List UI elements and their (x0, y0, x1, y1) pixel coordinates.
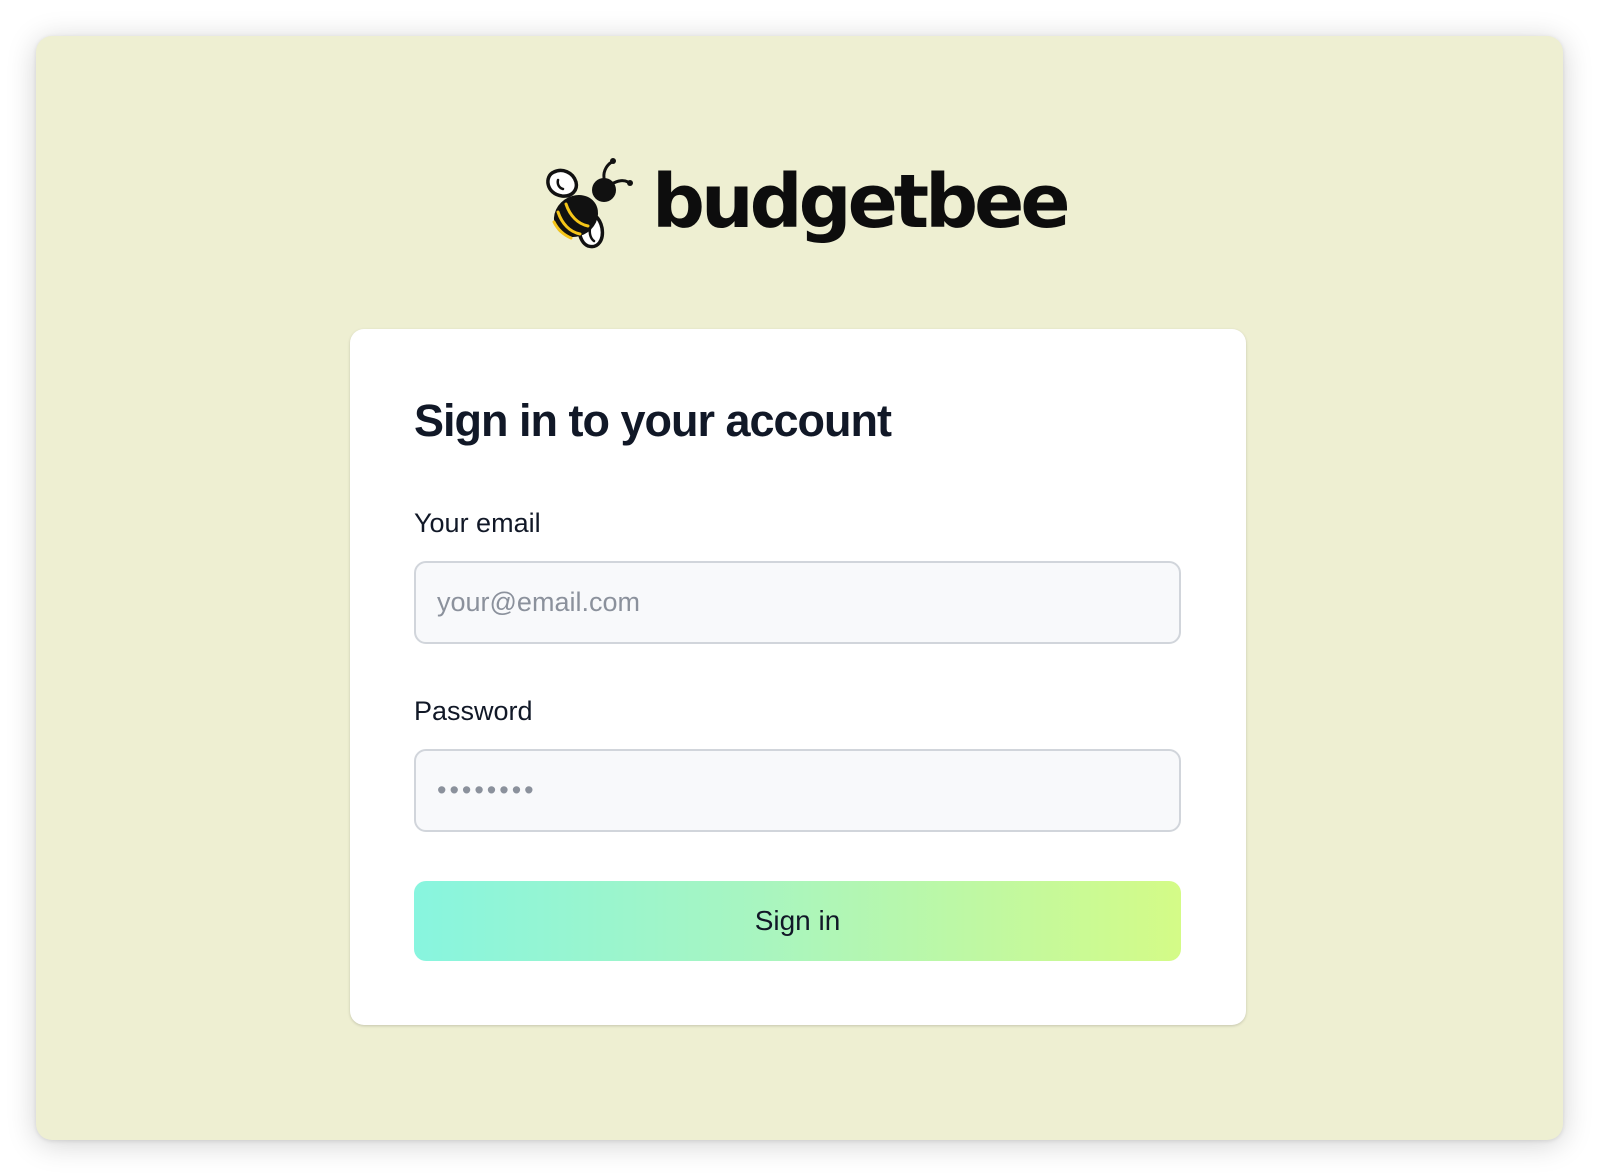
password-field[interactable] (414, 749, 1181, 832)
sign-in-button[interactable]: Sign in (414, 881, 1181, 961)
email-field[interactable] (414, 561, 1181, 644)
bee-icon (546, 158, 633, 249)
login-card: Sign in to your account Your email Passw… (350, 329, 1246, 1025)
password-label: Password (414, 696, 533, 726)
brand-logo: budgetbee (542, 154, 1071, 254)
app-window: budgetbee Sign in to your account Your e… (36, 36, 1563, 1140)
page-title: Sign in to your account (414, 395, 892, 446)
email-label: Your email (414, 508, 541, 538)
brand-name: budgetbee (652, 159, 1071, 245)
